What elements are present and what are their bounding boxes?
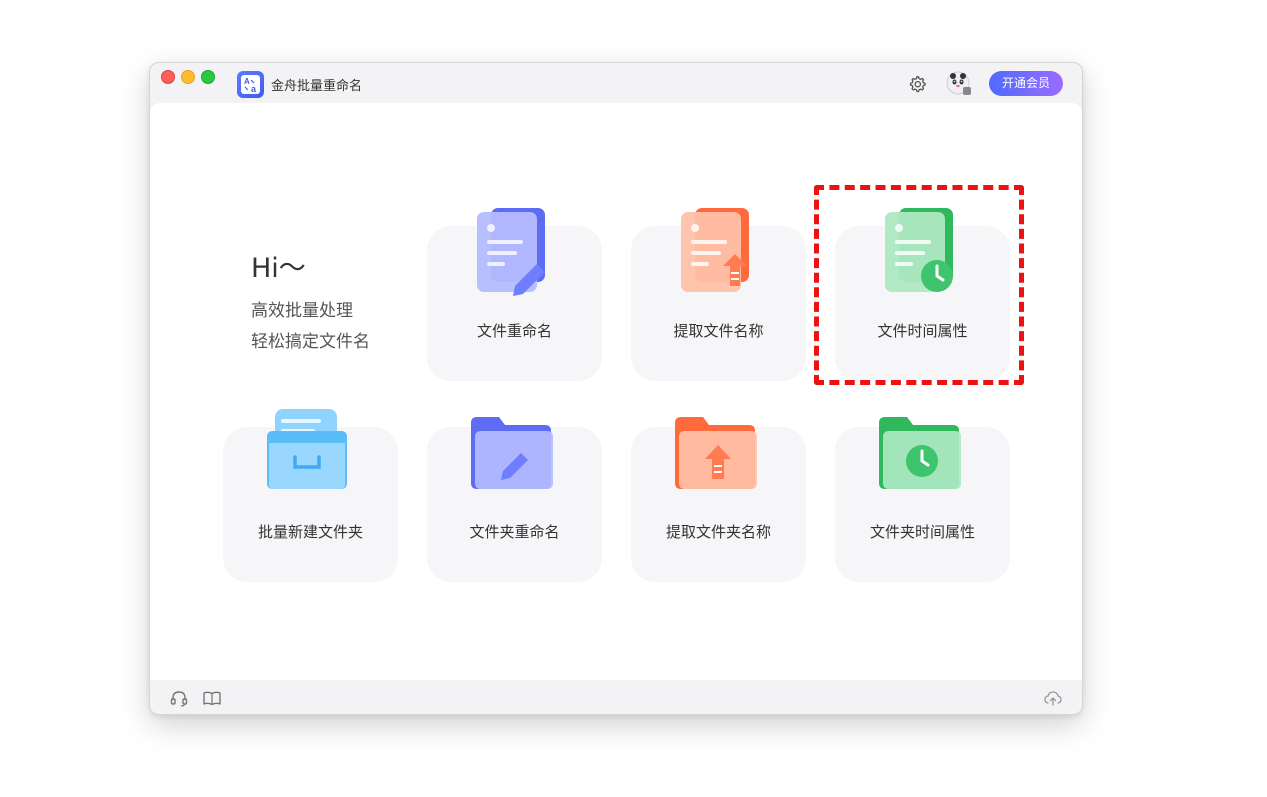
- tool-label: 文件夹重命名: [469, 523, 560, 541]
- folder-export-icon: [675, 417, 757, 489]
- greeting-line-1: 高效批量处理: [251, 301, 353, 321]
- cloud-upload-icon[interactable]: [1043, 688, 1063, 708]
- tool-card-folder-time-attributes[interactable]: 文件夹时间属性: [835, 417, 1010, 582]
- highlight-dashed-box: [814, 185, 1024, 385]
- user-avatar-icon[interactable]: [945, 70, 973, 98]
- book-icon[interactable]: [202, 688, 222, 708]
- svg-text:A: A: [244, 77, 250, 86]
- folder-stack-icon: [267, 409, 347, 489]
- app-window: A a 金舟批量重命名 开通会员 Hi～ 高效批量处理 轻松搞定文件名 文件重命…: [149, 62, 1083, 715]
- tool-label: 文件夹时间属性: [869, 523, 975, 541]
- tool-card-file-rename[interactable]: 文件重命名: [427, 208, 602, 381]
- document-edit-icon: [477, 208, 545, 296]
- headset-icon[interactable]: [169, 688, 189, 708]
- tool-label: 提取文件名称: [673, 322, 764, 340]
- minimize-window-button[interactable]: [181, 70, 195, 84]
- tool-label: 文件重命名: [476, 322, 552, 340]
- title-bar: A a 金舟批量重命名 开通会员: [150, 63, 1082, 103]
- document-export-icon: [681, 208, 749, 292]
- folder-clock-icon: [879, 417, 961, 489]
- app-title: 金舟批量重命名: [271, 79, 363, 94]
- folder-edit-icon: [471, 417, 553, 489]
- main-content: Hi～ 高效批量处理 轻松搞定文件名 文件重命名 提取文件名称 文件时间属性 批…: [150, 103, 1082, 680]
- settings-gear-icon[interactable]: [906, 73, 928, 95]
- tool-label: 批量新建文件夹: [257, 523, 363, 541]
- close-window-button[interactable]: [161, 70, 175, 84]
- greeting-title: Hi～: [251, 253, 306, 284]
- tool-card-extract-folder-name[interactable]: 提取文件夹名称: [631, 417, 806, 582]
- tool-card-folder-rename[interactable]: 文件夹重命名: [427, 417, 602, 582]
- open-membership-button[interactable]: 开通会员: [989, 71, 1063, 96]
- tool-card-batch-new-folder[interactable]: 批量新建文件夹: [223, 409, 398, 582]
- tool-card-extract-file-name[interactable]: 提取文件名称: [631, 208, 806, 381]
- greeting-line-2: 轻松搞定文件名: [251, 332, 370, 352]
- footer-bar: [150, 680, 1082, 714]
- app-logo-icon: A a: [237, 71, 264, 98]
- tool-label: 提取文件夹名称: [665, 523, 771, 541]
- zoom-window-button[interactable]: [201, 70, 215, 84]
